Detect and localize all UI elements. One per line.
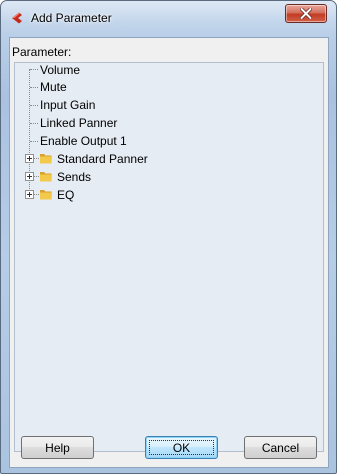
add-parameter-dialog: Add Parameter Parameter: Volume Mute Inp… (0, 0, 337, 474)
tree-connector (30, 123, 38, 124)
tree-item-label: Enable Output 1 (40, 133, 127, 148)
cancel-button-label: Cancel (261, 440, 300, 455)
tree-connector (30, 105, 38, 106)
tree-item-label: Standard Panner (57, 151, 148, 166)
expand-icon[interactable] (25, 190, 34, 199)
tree-item-enable-output-1[interactable]: Enable Output 1 (40, 132, 127, 149)
tree-item-eq[interactable]: EQ (57, 186, 74, 203)
tree-item-label: Volume (40, 62, 81, 77)
tree-item-label: Linked Panner (40, 115, 118, 130)
tree-item-linked-panner[interactable]: Linked Panner (40, 114, 117, 131)
help-button-label: Help (45, 440, 70, 455)
close-icon (300, 8, 312, 19)
tree-item-input-gain[interactable]: Input Gain (40, 96, 95, 113)
window-title: Add Parameter (31, 11, 112, 25)
ok-button[interactable]: OK (145, 436, 218, 459)
tree-item-sends[interactable]: Sends (57, 168, 91, 185)
parameter-label: Parameter: (12, 45, 72, 59)
tree-item-volume[interactable]: Volume (40, 61, 80, 78)
tree-item-label: Input Gain (40, 97, 96, 112)
help-button[interactable]: Help (21, 436, 94, 459)
tree-connector (30, 141, 38, 142)
parameter-tree[interactable]: Volume Mute Input Gain Linked Panner Ena… (14, 62, 324, 452)
tree-connector (30, 87, 38, 88)
dialog-body: Parameter: Volume Mute Input Gain Linked… (9, 37, 329, 468)
title-bar[interactable]: Add Parameter (1, 1, 336, 37)
expand-icon[interactable] (25, 172, 34, 181)
folder-icon (40, 190, 52, 200)
cancel-button[interactable]: Cancel (244, 436, 317, 459)
close-button[interactable] (285, 4, 327, 23)
tree-connector (30, 69, 38, 70)
tree-item-label: EQ (57, 187, 75, 202)
folder-icon (40, 172, 52, 182)
cubase-app-icon[interactable] (10, 11, 24, 25)
focus-indicator (149, 440, 214, 455)
tree-item-mute[interactable]: Mute (40, 78, 67, 95)
tree-item-label: Sends (57, 169, 92, 184)
tree-item-standard-panner[interactable]: Standard Panner (57, 150, 148, 167)
tree-item-label: Mute (40, 79, 67, 94)
expand-icon[interactable] (25, 154, 34, 163)
folder-icon (40, 154, 52, 164)
